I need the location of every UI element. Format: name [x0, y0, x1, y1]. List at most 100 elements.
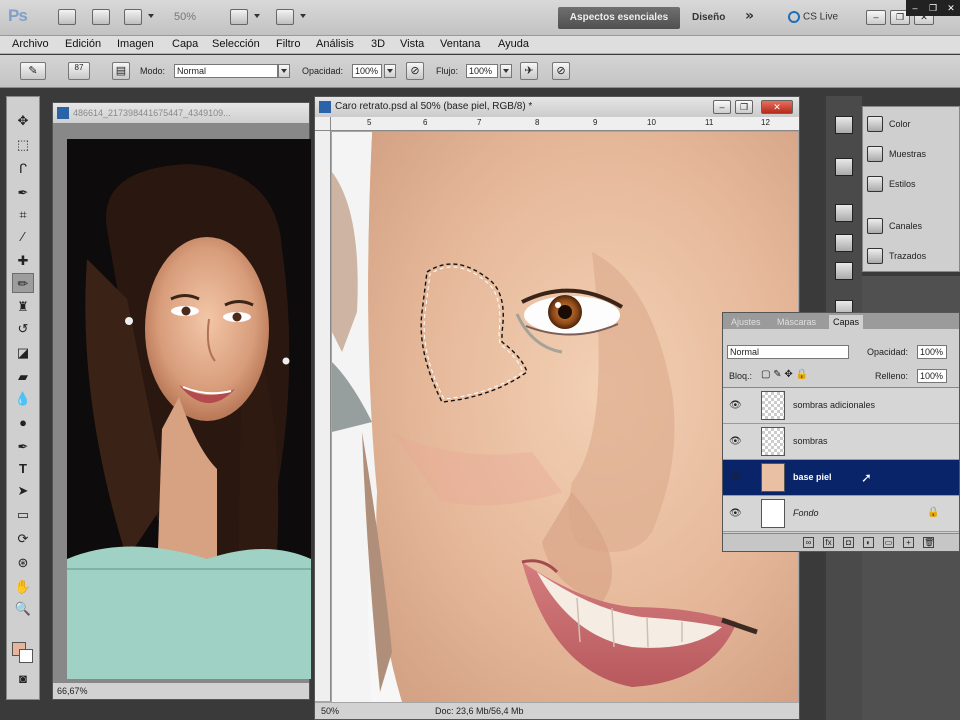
- type-tool-icon[interactable]: T: [12, 459, 34, 479]
- stamp-tool-icon[interactable]: ♜: [12, 297, 34, 317]
- shape-tool-icon[interactable]: ▭: [12, 505, 34, 525]
- pressure-size-icon[interactable]: ⊘: [552, 62, 570, 80]
- arrange-documents-icon[interactable]: [230, 9, 248, 25]
- brush-size-picker[interactable]: 87: [68, 62, 90, 80]
- flow-dropdown-toggle[interactable]: [500, 64, 512, 78]
- eye-icon[interactable]: 👁: [729, 436, 742, 448]
- move-tool-icon[interactable]: ✥: [12, 111, 34, 131]
- menu-ventana[interactable]: Ventana: [440, 38, 480, 50]
- eyedropper-tool-icon[interactable]: ⁄: [12, 227, 34, 247]
- add-mask-icon[interactable]: ◘: [843, 537, 854, 548]
- lasso-tool-icon[interactable]: ᒋ: [12, 159, 34, 179]
- blend-mode-select[interactable]: Normal: [727, 345, 849, 359]
- ruler-origin[interactable]: [315, 117, 331, 131]
- clone-source-icon[interactable]: [835, 234, 853, 252]
- panel-channels[interactable]: Canales: [867, 217, 922, 235]
- tab-capas[interactable]: Capas: [829, 315, 864, 329]
- eye-icon[interactable]: 👁: [729, 472, 742, 484]
- actions-icon[interactable]: [835, 158, 853, 176]
- eye-icon[interactable]: 👁: [729, 400, 742, 412]
- horizontal-ruler[interactable]: 5 6 7 8 9 10 11 12: [331, 117, 799, 131]
- crop-tool-icon[interactable]: ⌗: [12, 205, 34, 225]
- chevron-down-icon[interactable]: [254, 14, 260, 18]
- healing-tool-icon[interactable]: ✚: [12, 251, 34, 271]
- new-layer-icon[interactable]: +: [903, 537, 914, 548]
- info-icon[interactable]: [835, 262, 853, 280]
- doc-minimize-button[interactable]: –: [713, 100, 731, 114]
- dodge-tool-icon[interactable]: ●: [12, 413, 34, 433]
- layer-row[interactable]: 👁 sombras adicionales: [723, 388, 959, 424]
- layer-row[interactable]: 👁 sombras: [723, 424, 959, 460]
- zoom-tool-icon[interactable]: 🔍: [12, 599, 34, 619]
- menu-capa[interactable]: Capa: [172, 38, 198, 50]
- chevron-down-icon[interactable]: [300, 14, 306, 18]
- new-group-icon[interactable]: ▭: [883, 537, 894, 548]
- mini-bridge-icon[interactable]: [92, 9, 110, 25]
- pen-tool-icon[interactable]: ✒: [12, 437, 34, 457]
- path-select-tool-icon[interactable]: ➤: [12, 481, 34, 501]
- mode-dropdown-toggle[interactable]: [278, 64, 290, 78]
- menu-analisis[interactable]: Análisis: [316, 38, 354, 50]
- painting-zoom-field[interactable]: 50%: [321, 703, 339, 719]
- hand-tool-icon[interactable]: ✋: [12, 577, 34, 597]
- eye-icon[interactable]: 👁: [729, 508, 742, 520]
- workspace-essentials-button[interactable]: Aspectos esenciales: [558, 7, 680, 29]
- gradient-tool-icon[interactable]: ▰: [12, 367, 34, 387]
- menu-edicion[interactable]: Edición: [65, 38, 101, 50]
- bridge-icon[interactable]: [58, 9, 76, 25]
- history-brush-tool-icon[interactable]: ↺: [12, 319, 34, 339]
- menu-imagen[interactable]: Imagen: [117, 38, 154, 50]
- mode-select[interactable]: Normal: [174, 64, 278, 78]
- doc-maximize-button[interactable]: ❐: [735, 100, 753, 114]
- layer-style-icon[interactable]: fx: [823, 537, 834, 548]
- lock-icons[interactable]: ▢ ✎ ✥ 🔒: [761, 369, 808, 380]
- 3d-rotate-tool-icon[interactable]: ⟳: [12, 529, 34, 549]
- layer-row[interactable]: 👁 Fondo 🔒: [723, 496, 959, 532]
- opacity-dropdown-toggle[interactable]: [384, 64, 396, 78]
- reference-photo[interactable]: [67, 139, 311, 679]
- doc-close-button[interactable]: ✕: [761, 100, 793, 114]
- minimize-button[interactable]: –: [866, 10, 886, 25]
- tab-mascaras[interactable]: Máscaras: [773, 315, 820, 329]
- marquee-tool-icon[interactable]: ⬚: [12, 135, 34, 155]
- menu-archivo[interactable]: Archivo: [12, 38, 49, 50]
- layer-row-selected[interactable]: 👁 base piel ➚: [723, 460, 959, 496]
- reference-document-tab[interactable]: 486614_217398441675447_4349109...: [53, 103, 309, 123]
- brush-panel-toggle-icon[interactable]: ▤: [112, 62, 130, 80]
- panel-styles[interactable]: Estilos: [867, 175, 916, 193]
- layer-opacity-field[interactable]: 100%: [917, 345, 947, 359]
- delete-layer-icon[interactable]: 🗑: [923, 537, 934, 548]
- flow-field[interactable]: 100%: [466, 64, 498, 78]
- workspace-design-button[interactable]: Diseño: [692, 12, 725, 23]
- panel-paths[interactable]: Trazados: [867, 247, 926, 265]
- quick-mask-icon[interactable]: ◙: [12, 669, 34, 689]
- tab-ajustes[interactable]: Ajustes: [727, 315, 765, 329]
- menu-3d[interactable]: 3D: [371, 38, 385, 50]
- menu-vista[interactable]: Vista: [400, 38, 424, 50]
- eraser-tool-icon[interactable]: ◪: [12, 343, 34, 363]
- outer-maximize-button[interactable]: ❐: [924, 0, 942, 16]
- cs-live-button[interactable]: CS Live: [788, 11, 838, 23]
- pressure-opacity-icon[interactable]: ⊘: [406, 62, 424, 80]
- fill-field[interactable]: 100%: [917, 369, 947, 383]
- outer-minimize-button[interactable]: –: [906, 0, 924, 16]
- menu-filtro[interactable]: Filtro: [276, 38, 300, 50]
- chevron-down-icon[interactable]: [148, 14, 154, 18]
- menu-ayuda[interactable]: Ayuda: [498, 38, 529, 50]
- background-color-swatch[interactable]: [19, 649, 33, 663]
- 3d-camera-tool-icon[interactable]: ⊛: [12, 553, 34, 573]
- outer-close-button[interactable]: ✕: [942, 0, 960, 16]
- airbrush-icon[interactable]: ✈: [520, 62, 538, 80]
- brush-presets-icon[interactable]: [835, 204, 853, 222]
- adjustment-layer-icon[interactable]: ◐: [863, 537, 874, 548]
- quick-select-tool-icon[interactable]: ✒: [12, 183, 34, 203]
- view-extras-icon[interactable]: [124, 9, 142, 25]
- zoom-level-display[interactable]: 50%: [174, 11, 196, 23]
- panel-swatches[interactable]: Muestras: [867, 145, 926, 163]
- link-layers-icon[interactable]: ∞: [803, 537, 814, 548]
- menu-seleccion[interactable]: Selección: [212, 38, 260, 50]
- vertical-ruler[interactable]: [315, 131, 331, 701]
- brush-preset-icon[interactable]: ✎: [20, 62, 46, 80]
- history-icon[interactable]: [835, 116, 853, 134]
- document-size-info[interactable]: Doc: 23,6 Mb/56,4 Mb: [435, 703, 524, 719]
